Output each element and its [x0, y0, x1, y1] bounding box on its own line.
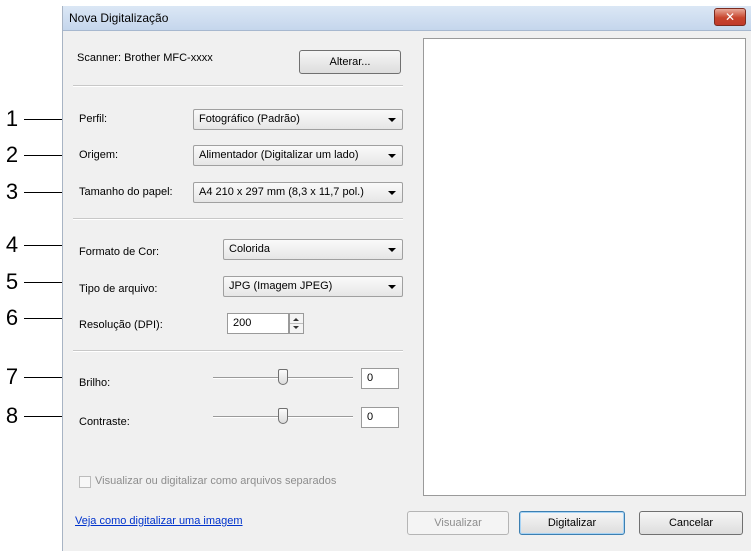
resolution-value: 200	[233, 317, 252, 329]
window-title: Nova Digitalização	[69, 11, 169, 25]
resolution-spinner[interactable]	[289, 313, 304, 334]
cancel-button-label: Cancelar	[668, 517, 714, 529]
chevron-down-icon	[388, 285, 396, 289]
callout-7-number: 7	[5, 364, 19, 389]
color-format-label: Formato de Cor:	[79, 246, 160, 258]
chevron-down-icon	[388, 118, 396, 122]
profile-value: Fotográfico (Padrão)	[199, 113, 300, 125]
color-format-value: Colorida	[229, 243, 270, 255]
change-scanner-label: Alterar...	[329, 56, 371, 68]
title-bar: Nova Digitalização ✕	[63, 6, 751, 31]
resolution-input[interactable]: 200	[227, 313, 289, 334]
source-dropdown[interactable]: Alimentador (Digitalizar um lado)	[193, 145, 403, 166]
color-format-dropdown[interactable]: Colorida	[223, 239, 403, 260]
chevron-down-icon	[388, 191, 396, 195]
callout-4-number: 4	[5, 232, 19, 257]
paper-size-label: Tamanho do papel:	[79, 186, 173, 198]
brightness-label: Brilho:	[79, 377, 111, 389]
profile-dropdown[interactable]: Fotográfico (Padrão)	[193, 109, 403, 130]
callout-5-number: 5	[5, 269, 19, 294]
callout-3-number: 3	[5, 179, 19, 204]
callout-1-number: 1	[5, 106, 19, 131]
cancel-button[interactable]: Cancelar	[639, 511, 743, 535]
brightness-slider-thumb[interactable]	[278, 369, 288, 385]
spin-up-icon	[293, 318, 299, 321]
contrast-label: Contraste:	[79, 416, 130, 428]
contrast-slider-thumb[interactable]	[278, 408, 288, 424]
file-type-value: JPG (Imagem JPEG)	[229, 280, 333, 292]
scan-button[interactable]: Digitalizar	[519, 511, 625, 535]
preview-area	[423, 38, 746, 496]
close-icon: ✕	[724, 10, 736, 24]
change-scanner-button[interactable]: Alterar...	[299, 50, 401, 74]
contrast-input[interactable]: 0	[361, 407, 399, 428]
brightness-value: 0	[367, 372, 374, 384]
separator-2	[73, 218, 403, 220]
separate-files-label: Visualizar ou digitalizar como arquivos …	[95, 475, 337, 487]
separator-3	[73, 350, 403, 352]
paper-size-value: A4 210 x 297 mm (8,3 x 11,7 pol.)	[199, 186, 364, 198]
preview-button[interactable]: Visualizar	[407, 511, 509, 535]
brightness-input[interactable]: 0	[361, 368, 399, 389]
preview-button-label: Visualizar	[434, 517, 482, 529]
spin-down-icon	[293, 326, 299, 329]
help-link[interactable]: Veja como digitalizar uma imagem	[75, 515, 243, 527]
source-value: Alimentador (Digitalizar um lado)	[199, 149, 359, 161]
callout-6-number: 6	[5, 305, 19, 330]
contrast-value: 0	[367, 411, 374, 423]
chevron-down-icon	[388, 248, 396, 252]
source-label: Origem:	[79, 149, 119, 161]
scanner-label: Scanner: Brother MFC-xxxx	[77, 52, 213, 64]
callout-8-number: 8	[5, 403, 19, 428]
close-button[interactable]: ✕	[714, 8, 746, 26]
chevron-down-icon	[388, 154, 396, 158]
callout-2-number: 2	[5, 142, 19, 167]
file-type-label: Tipo de arquivo:	[79, 283, 158, 295]
separator-1	[73, 85, 403, 87]
new-scan-dialog: Nova Digitalização ✕ Scanner: Brother MF…	[62, 6, 751, 551]
resolution-label: Resolução (DPI):	[79, 319, 163, 331]
paper-size-dropdown[interactable]: A4 210 x 297 mm (8,3 x 11,7 pol.)	[193, 182, 403, 203]
separate-files-checkbox[interactable]	[79, 476, 91, 488]
scan-button-label: Digitalizar	[547, 517, 597, 529]
file-type-dropdown[interactable]: JPG (Imagem JPEG)	[223, 276, 403, 297]
profile-label: Perfil:	[79, 113, 108, 125]
